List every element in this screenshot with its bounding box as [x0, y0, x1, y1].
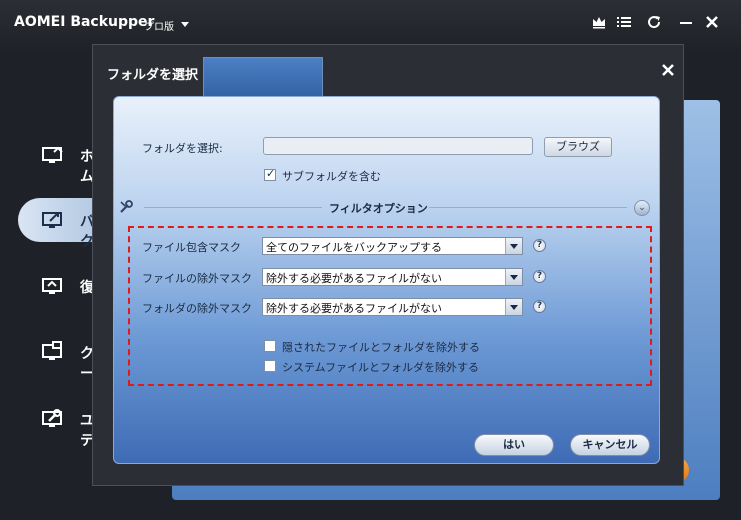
- clone-icon: [41, 340, 65, 364]
- exclude-hidden-checkbox[interactable]: [264, 340, 276, 352]
- filter-options-title: フィルタオプション: [329, 202, 428, 215]
- chevron-down-icon[interactable]: [181, 22, 189, 27]
- separator: [429, 207, 627, 208]
- cancel-button[interactable]: キャンセル: [570, 434, 650, 456]
- exclude-system-checkbox[interactable]: [264, 360, 276, 372]
- wrench-icon: [118, 199, 134, 215]
- filter-options-dialog: フォルダを選択: ブラウズ サブフォルダを含む フィルタオプション ⌄ ファイル…: [113, 96, 660, 464]
- edition-menu[interactable]: プロ版: [144, 18, 174, 33]
- file-exclude-mask-select[interactable]: 除外する必要があるファイルがない: [262, 268, 523, 286]
- help-icon[interactable]: ?: [533, 300, 546, 313]
- restore-icon: [41, 274, 65, 298]
- home-icon: [41, 143, 65, 167]
- refresh-icon[interactable]: [644, 14, 664, 34]
- backup-icon: [41, 208, 65, 232]
- folder-path-input[interactable]: [263, 137, 533, 155]
- file-exclude-mask-label: ファイルの除外マスク: [142, 272, 252, 285]
- help-icon[interactable]: ?: [533, 239, 546, 252]
- menu-icon[interactable]: [614, 14, 634, 34]
- browse-button[interactable]: ブラウズ: [544, 137, 612, 157]
- close-icon[interactable]: [702, 14, 722, 34]
- folder-exclude-mask-label: フォルダの除外マスク: [142, 302, 252, 315]
- chevron-down-icon[interactable]: [505, 238, 522, 254]
- chevron-down-icon[interactable]: [505, 299, 522, 315]
- selected-value: 除外する必要があるファイルがない: [266, 302, 442, 315]
- crown-icon[interactable]: [589, 14, 609, 34]
- collapse-icon[interactable]: ⌄: [634, 200, 650, 216]
- file-include-mask-label: ファイル包含マスク: [142, 241, 241, 254]
- exclude-hidden-label: 隠されたファイルとフォルダを除外する: [282, 341, 480, 354]
- app-title: AOMEI Backupper: [14, 14, 155, 30]
- minimize-icon[interactable]: [676, 14, 696, 34]
- separator: [144, 207, 322, 208]
- file-include-mask-select[interactable]: 全てのファイルをバックアップする: [262, 237, 523, 255]
- help-icon[interactable]: ?: [533, 270, 546, 283]
- dialog-title: フォルダを選択: [107, 68, 199, 83]
- folder-exclude-mask-select[interactable]: 除外する必要があるファイルがない: [262, 298, 523, 316]
- exclude-system-label: システムファイルとフォルダを除外する: [282, 361, 480, 374]
- selected-value: 全てのファイルをバックアップする: [266, 241, 442, 254]
- selected-value: 除外する必要があるファイルがない: [266, 272, 442, 285]
- ok-button[interactable]: はい: [474, 434, 554, 456]
- include-subfolders-label: サブフォルダを含む: [282, 170, 381, 183]
- include-subfolders-checkbox[interactable]: [264, 167, 276, 181]
- folder-select-label: フォルダを選択:: [142, 142, 223, 155]
- wrench-icon: [41, 407, 65, 431]
- close-icon[interactable]: [657, 62, 679, 84]
- chevron-down-icon[interactable]: [505, 269, 522, 285]
- app-titlebar: AOMEI Backupper プロ版: [0, 0, 741, 50]
